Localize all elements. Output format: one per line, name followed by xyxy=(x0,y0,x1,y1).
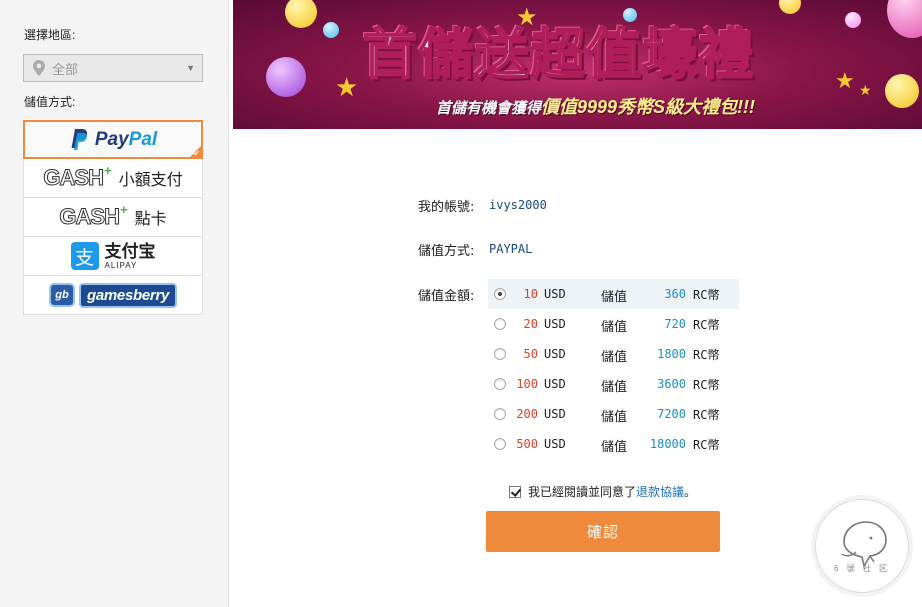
rc-value: 720 xyxy=(664,317,686,331)
agreement-checkbox[interactable] xyxy=(509,485,521,498)
balloon-icon xyxy=(285,0,317,28)
payment-method-gamesberry[interactable]: gb gamesberry xyxy=(23,276,203,315)
paypal-text-pay: Pay xyxy=(94,128,129,150)
star-icon: ★ xyxy=(859,82,872,98)
amount-label: 儲值金額: xyxy=(418,289,475,304)
rc-value: 3600 xyxy=(657,377,686,391)
amount-option-500[interactable]: 500 USD 儲值 18000 RC幣 xyxy=(488,429,739,459)
watermark-text: 6 號 社 区 xyxy=(833,564,891,573)
balloon-icon xyxy=(887,0,922,38)
rc-value: 7200 xyxy=(657,407,686,421)
method-value: PAYPAL xyxy=(489,242,533,256)
agreement-row: 我已經閱讀並同意了 退款協議 。 xyxy=(509,483,696,500)
currency-label: USD xyxy=(544,437,566,451)
amount-value: 100 xyxy=(516,377,538,391)
payment-method-label: 儲值方式: xyxy=(24,95,76,109)
paypal-text-pal: Pal xyxy=(128,128,158,150)
amount-option-10[interactable]: 10 USD 儲值 360 RC幣 xyxy=(488,279,739,309)
star-icon: ★ xyxy=(335,72,359,102)
rc-unit: RC幣 xyxy=(693,348,720,362)
topup-verb: 儲值 xyxy=(601,380,628,395)
agreement-period: 。 xyxy=(684,485,697,499)
topup-verb: 儲值 xyxy=(601,410,628,425)
account-label: 我的帳號: xyxy=(418,200,475,215)
chevron-down-icon: ▼ xyxy=(186,63,195,73)
alipay-en: ALIPAY xyxy=(104,260,138,270)
amount-option-100[interactable]: 100 USD 儲值 3600 RC幣 xyxy=(488,369,739,399)
rc-unit: RC幣 xyxy=(693,288,720,302)
topup-verb: 儲值 xyxy=(601,440,628,455)
amount-option-50[interactable]: 50 USD 儲值 1800 RC幣 xyxy=(488,339,739,369)
region-select[interactable]: 全部 ▼ xyxy=(23,54,203,82)
sidebar: 選擇地區: 全部 ▼ 儲值方式: PayPal ✔ GASH + 小額支付 GA… xyxy=(0,0,229,607)
amount-options: 10 USD 儲值 360 RC幣 20 USD 儲值 720 RC幣 50 U… xyxy=(488,279,739,459)
payment-method-gash-point[interactable]: GASH + 點卡 xyxy=(23,198,203,237)
amount-value: 200 xyxy=(516,407,538,421)
amount-value: 500 xyxy=(516,437,538,451)
rc-unit: RC幣 xyxy=(693,318,720,332)
payment-method-list: PayPal ✔ GASH + 小額支付 GASH + 點卡 支 支付宝 ALI… xyxy=(23,120,203,315)
location-pin-icon xyxy=(33,60,45,76)
plus-icon: + xyxy=(119,201,128,217)
alipay-cn: 支付宝 xyxy=(104,241,156,261)
method-label: 儲值方式: xyxy=(418,244,475,259)
banner-title: 首儲送超值壕禮 xyxy=(362,22,755,87)
topup-verb: 儲值 xyxy=(601,290,628,305)
currency-label: USD xyxy=(544,347,566,361)
amount-value: 50 xyxy=(523,347,538,361)
rc-unit: RC幣 xyxy=(693,378,720,392)
payment-method-gash-small[interactable]: GASH + 小額支付 xyxy=(23,159,203,198)
gamesberry-wordmark: gamesberry xyxy=(78,282,178,308)
gash-wordmark: GASH xyxy=(43,165,105,191)
star-icon: ★ xyxy=(835,68,855,93)
gash-logo: GASH + 小額支付 xyxy=(43,162,183,191)
payment-method-alipay[interactable]: 支 支付宝 ALIPAY xyxy=(23,237,203,276)
amount-option-200[interactable]: 200 USD 儲值 7200 RC幣 xyxy=(488,399,739,429)
plus-icon: + xyxy=(103,162,112,178)
payment-method-paypal[interactable]: PayPal ✔ xyxy=(23,120,203,159)
rc-value: 1800 xyxy=(657,347,686,361)
rc-value: 360 xyxy=(664,287,686,301)
region-select-value: 全部 xyxy=(52,61,79,77)
gash-small-label: 小額支付 xyxy=(118,172,183,189)
rc-value: 18000 xyxy=(649,437,686,451)
rc-unit: RC幣 xyxy=(693,438,720,452)
promo-banner[interactable]: ★ ★ ★ ★ 首儲送超值壕禮 首儲有機會獲得價值9999秀幣S級大禮包!!! xyxy=(233,0,922,129)
currency-label: USD xyxy=(544,317,566,331)
paypal-icon xyxy=(71,128,87,150)
confirm-button[interactable]: 確認 xyxy=(486,511,720,552)
gamesberry-logo: gb gamesberry xyxy=(48,282,178,308)
topup-verb: 儲值 xyxy=(601,350,628,365)
alipay-logo: 支 支付宝 ALIPAY xyxy=(70,241,156,270)
gash-wordmark: GASH xyxy=(59,204,121,230)
region-label: 選擇地區: xyxy=(24,28,76,42)
gamesberry-badge-icon: gb xyxy=(48,283,75,307)
currency-label: USD xyxy=(544,377,566,391)
banner-subtitle: 首儲有機會獲得價值9999秀幣S級大禮包!!! xyxy=(436,97,756,117)
account-value: ivys2000 xyxy=(489,198,547,212)
rc-unit: RC幣 xyxy=(693,408,720,422)
refund-policy-link[interactable]: 退款協議 xyxy=(636,483,684,500)
amount-value: 10 xyxy=(523,287,538,301)
check-icon: ✔ xyxy=(193,149,200,158)
balloon-icon xyxy=(323,22,339,38)
amount-option-20[interactable]: 20 USD 儲值 720 RC幣 xyxy=(488,309,739,339)
topup-verb: 儲值 xyxy=(601,320,628,335)
watermark-logo: 6 號 社 区 xyxy=(815,499,909,593)
amount-value: 20 xyxy=(523,317,538,331)
gash-point-label: 點卡 xyxy=(134,211,167,228)
agreement-text: 我已經閱讀並同意了 xyxy=(528,485,637,499)
gash-logo: GASH + 點卡 xyxy=(59,201,167,230)
paypal-logo: PayPal xyxy=(69,128,157,152)
balloon-icon xyxy=(845,12,861,28)
balloon-icon xyxy=(885,74,919,108)
currency-label: USD xyxy=(544,407,566,421)
balloon-icon xyxy=(779,0,801,14)
alipay-icon: 支 xyxy=(70,242,99,270)
balloon-icon xyxy=(266,57,306,97)
currency-label: USD xyxy=(544,287,566,301)
